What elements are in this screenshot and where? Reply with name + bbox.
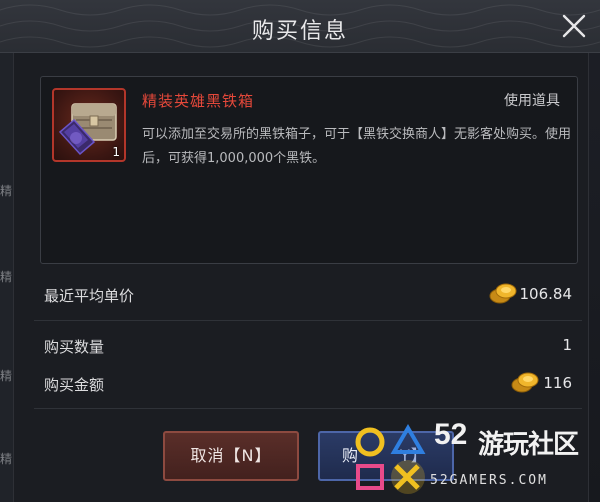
cancel-button-label: 取消【N】: [190, 446, 272, 465]
item-slot[interactable]: 1: [52, 88, 126, 162]
watermark-number: 52: [434, 418, 468, 451]
row-divider: [34, 320, 582, 321]
cancel-button[interactable]: 取消【N】: [163, 431, 299, 481]
item-name: 精装英雄黑铁箱: [142, 92, 255, 110]
dialog-title: 购买信息: [251, 19, 348, 44]
background-text: 精: [0, 452, 13, 466]
buy-button-label: 购: [342, 446, 360, 465]
background-text: 精: [0, 369, 13, 383]
dialog-titlebar: 购买信息: [0, 0, 600, 53]
gold-coin-icon: [511, 372, 539, 393]
quantity-label: 购买数量: [44, 338, 105, 356]
purchase-dialog-screen: 精 精 精 精 精 购买信息: [0, 0, 600, 502]
item-type: 使用道具: [504, 93, 560, 109]
item-count: 1: [112, 145, 120, 159]
close-button[interactable]: [560, 12, 588, 40]
background-list-edge: 精 精 精 精 精: [0, 52, 13, 502]
buy-button-hotkey: Y】: [400, 446, 428, 465]
quantity-value[interactable]: 1: [562, 336, 572, 354]
avg-price-value: 106.84: [519, 285, 573, 303]
background-text: 精: [0, 184, 13, 198]
avg-price-label: 最近平均单价: [44, 287, 135, 305]
total-value: 116: [543, 374, 572, 392]
watermark-text: 游玩社区: [478, 430, 579, 460]
item-description: 可以添加至交易所的黑铁箱子，可于【黑铁交换商人】无影客处购买。使用后，可获得1,…: [142, 127, 572, 166]
watermark-url: 52GAMERS.COM: [430, 473, 548, 488]
gold-coin-icon: [489, 283, 517, 304]
close-icon: [562, 14, 586, 38]
row-divider: [34, 408, 582, 409]
total-label: 购买金额: [44, 376, 105, 394]
background-text: 精: [0, 270, 13, 284]
